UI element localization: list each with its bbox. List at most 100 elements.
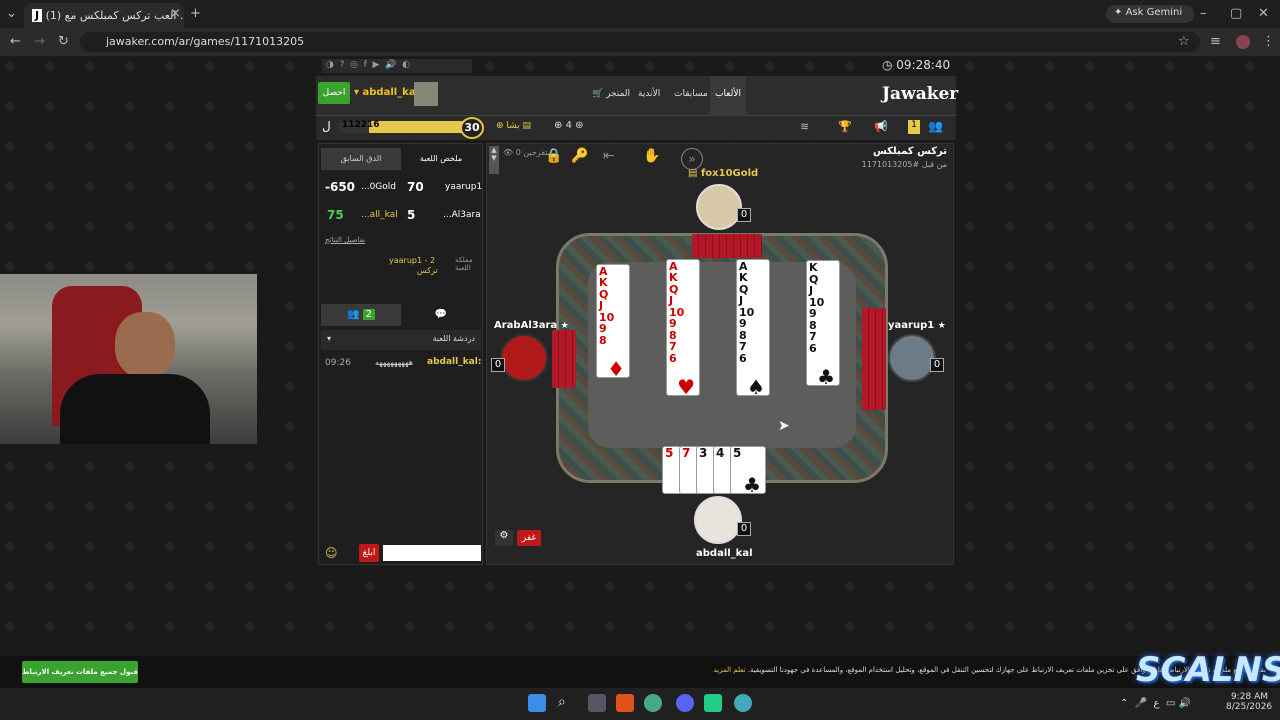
left-player-score: 0 (491, 358, 505, 372)
streamer-face (115, 312, 175, 378)
discord-icon[interactable] (676, 694, 694, 712)
settings-icon[interactable]: ⚙ (495, 530, 513, 546)
card-column[interactable]: K Q J 10 9 8 7 6 ♣ (806, 260, 840, 387)
card-suit: ♦ (607, 357, 625, 381)
card-rank: Q (809, 272, 819, 286)
app-icon-2[interactable] (734, 694, 752, 712)
nav-clubs[interactable]: الأندية (638, 89, 660, 99)
maximize-icon[interactable]: ▢ (1230, 6, 1242, 21)
right-player-hand (862, 308, 886, 410)
tab-previous-round[interactable]: الدق السابق (321, 148, 401, 170)
right-player-avatar[interactable] (888, 334, 936, 382)
extensions-icon[interactable]: ≡ (1210, 34, 1221, 49)
tab-favicon: J (32, 9, 43, 22)
kingdom-value: yaarup1 - 2 (389, 256, 436, 265)
hand-icon[interactable]: ✋ (643, 148, 660, 164)
nav-store-label: المتجر (606, 89, 631, 99)
left-panel: الدق السابق ملخص اللعبة -650 ...0Gold 70… (318, 143, 483, 565)
browser-tab[interactable]: J (1) العب تركس كمبلكس مع ... (24, 3, 184, 28)
friends-icon[interactable]: 👥 (928, 119, 943, 133)
tab-list-icon[interactable]: ⌄ (6, 6, 17, 21)
tab-game-summary[interactable]: ملخص اللعبة (401, 148, 481, 170)
site-header: احصل ▾ abdall_kal 🛒 المتجر الأندية مسابق… (316, 76, 958, 116)
forward-icon[interactable]: → (34, 34, 45, 49)
card-rank: 6 (739, 351, 747, 365)
task-view-icon[interactable] (588, 694, 606, 712)
mouse-cursor: ➤ (778, 418, 790, 434)
nav-store[interactable]: 🛒 المتجر (592, 89, 630, 99)
top-player-avatar[interactable] (696, 184, 742, 230)
card-column[interactable]: A K Q J 10 9 8 7 6 ♠ (736, 258, 770, 397)
players-count: 2 (362, 309, 375, 320)
fast-forward-icon[interactable]: » (681, 148, 703, 170)
megaphone-icon[interactable]: 📢 (874, 120, 888, 133)
search-icon[interactable]: ⌕ (558, 694, 576, 712)
browser-menu-icon[interactable]: ⋮ (1262, 34, 1275, 49)
jawaker-logo[interactable]: Jawaker (882, 84, 958, 104)
panel-scroll[interactable]: ▲ ▼ (489, 146, 499, 174)
card-column[interactable]: A K Q J 10 9 8 7 6 ♥ (666, 258, 700, 397)
get-button[interactable]: احصل (318, 82, 350, 104)
nav-competitions[interactable]: مسابقات (674, 89, 708, 99)
user-avatar[interactable] (414, 82, 438, 106)
back-icon[interactable]: ← (10, 34, 21, 49)
gold-label: بشا (506, 121, 520, 131)
username-menu[interactable]: ▾ abdall_kal (354, 87, 419, 98)
streamer-watermark: SCALNS (1136, 650, 1280, 690)
chat-time: 09:26 (325, 358, 351, 368)
kingdom-label: مملكة اللعبة (455, 256, 473, 272)
chat-user: abdall_kal: (427, 357, 482, 367)
tab-chat[interactable]: 💬 (401, 304, 481, 326)
send-button[interactable]: ابلغ (359, 544, 379, 562)
score-cell: 5 (407, 208, 416, 222)
minimize-icon[interactable]: – (1200, 6, 1207, 21)
hand-card-suit: ♣ (743, 473, 761, 497)
card-column[interactable]: A K Q J 10 9 8 ♦ (596, 263, 630, 381)
my-avatar[interactable] (694, 496, 742, 544)
score-cell: -650 (325, 180, 356, 194)
tab-players[interactable]: 👥 2 (321, 304, 401, 326)
chat-header-label: دردشة اللعبة (432, 334, 475, 343)
ask-gemini-button[interactable]: ✦ Ask Gemini (1106, 5, 1194, 23)
time-ago: من قبل (921, 160, 947, 169)
chrome-icon[interactable] (644, 694, 662, 712)
reload-icon[interactable]: ↻ (58, 34, 69, 49)
chat-header[interactable]: ▾ دردشة اللعبة (321, 330, 481, 350)
tray-icons[interactable]: ⌃ 🎤 ع ▭ 🔊 (1120, 698, 1191, 709)
hand-card-rank: 5 (733, 446, 742, 460)
emoji-icon[interactable]: ☺ (325, 546, 338, 560)
brave-icon[interactable] (616, 694, 634, 712)
status-toolbar: ل 112216 30 ⊕ بشا ▤ ⊕ 4 ⊛ ≋ 🏆 📢 1 👥 (316, 116, 956, 140)
exit-icon[interactable]: ⇤ (603, 148, 615, 164)
chat-input[interactable] (383, 545, 481, 561)
top-player-name-text: fox10Gold (700, 168, 759, 179)
card-rank: 9 (669, 317, 677, 330)
bookmark-star-icon[interactable]: ☆ (1178, 34, 1190, 49)
taskbar-time: 9:28 AM (1231, 692, 1268, 702)
key-icon[interactable]: 🔑 (571, 148, 588, 164)
accept-cookies-button[interactable]: قبول جميع ملفات تعريف الارتباط (22, 661, 138, 683)
app-icon[interactable] (704, 694, 722, 712)
new-tab-icon[interactable]: + (190, 6, 201, 21)
learn-more-link[interactable]: تعلم المزيد (713, 666, 745, 674)
close-window-icon[interactable]: ✕ (1258, 6, 1269, 21)
gold-buy[interactable]: ⊕ بشا ▤ (496, 121, 531, 131)
lock-icon[interactable]: 🔒 (545, 148, 562, 164)
nav-games[interactable]: الألعاب (710, 76, 746, 116)
left-player-avatar[interactable] (500, 334, 548, 382)
hand-card[interactable]: 5 ♣ (730, 446, 766, 497)
close-tab-icon[interactable]: × (170, 6, 181, 21)
profile-avatar[interactable] (1236, 35, 1250, 49)
score-player: ...all_kal (361, 210, 398, 220)
stars-count[interactable]: ⊕ 4 ⊛ (554, 120, 584, 131)
cookie-text: بقبول جميع ملفات تعريف الارتباط، فإنك تو… (150, 666, 1266, 680)
card-rank: Q (669, 282, 679, 296)
trophy-icon[interactable]: 🏆 (838, 120, 852, 133)
url-field[interactable]: jawaker.com/ar/games/1171013205 (80, 32, 1200, 52)
details-link[interactable]: تفاصيل النتائج (325, 236, 365, 244)
start-icon[interactable] (528, 694, 546, 712)
notification-badge[interactable]: 1 (908, 120, 920, 134)
quit-button[interactable]: غفر (517, 530, 541, 546)
taskbar (0, 688, 1280, 720)
rss-icon[interactable]: ≋ (800, 120, 809, 133)
